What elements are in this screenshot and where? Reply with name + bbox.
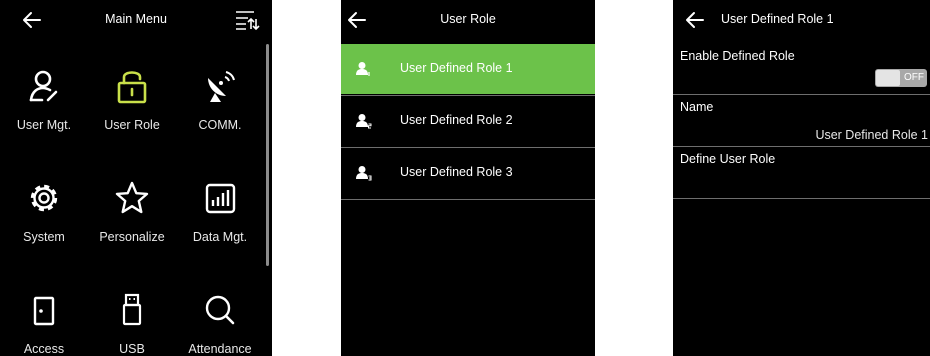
page-title: User Defined Role 1 — [721, 12, 834, 26]
user-role-icon — [356, 62, 370, 76]
menu-item-user-mgt[interactable]: User Mgt. — [0, 40, 88, 140]
menu-item-label: Attendance — [188, 342, 252, 356]
sort-icon[interactable] — [234, 9, 260, 31]
menu-item-data-mgt[interactable]: Data Mgt. — [176, 152, 264, 252]
menu-item-access[interactable]: Access — [0, 264, 88, 356]
toggle-knob — [876, 70, 900, 86]
role-item-3[interactable]: User Defined Role 3 — [341, 148, 595, 198]
enable-role-toggle[interactable]: OFF — [875, 69, 927, 87]
role-item-label: User Defined Role 1 — [400, 61, 513, 75]
menu-item-label: Personalize — [99, 230, 165, 244]
user-role-icon — [356, 114, 372, 129]
role-item-1[interactable]: User Defined Role 1 — [341, 44, 595, 94]
menu-item-label: User Role — [104, 118, 160, 132]
menu-item-label: USB — [119, 342, 145, 356]
role-item-label: User Defined Role 2 — [400, 113, 513, 127]
toggle-state-text: OFF — [904, 72, 924, 83]
menu-item-label: User Mgt. — [16, 118, 72, 132]
menu-item-label: Access — [23, 342, 65, 356]
row-divider — [673, 198, 930, 199]
user-role-icon — [356, 166, 372, 181]
gear-icon — [30, 184, 58, 212]
menu-item-label: System — [23, 230, 65, 244]
name-value[interactable]: User Defined Role 1 — [815, 128, 928, 142]
enable-role-label: Enable Defined Role — [680, 49, 795, 63]
menu-item-user-role[interactable]: User Role — [88, 40, 176, 140]
back-arrow-icon[interactable] — [683, 8, 707, 32]
menu-grid: User Mgt. User Role COMM. System Persona… — [0, 40, 264, 356]
star-icon — [115, 181, 149, 214]
menu-item-system[interactable]: System — [0, 152, 88, 252]
role-detail-header: User Defined Role 1 — [673, 0, 930, 40]
page-title: User Role — [440, 12, 496, 26]
role-detail-screen: User Defined Role 1 Enable Defined Role … — [673, 0, 930, 356]
menu-item-attendance[interactable]: Attendance — [176, 264, 264, 356]
menu-item-personalize[interactable]: Personalize — [88, 152, 176, 252]
padlock-icon — [117, 71, 147, 104]
main-menu-header: Main Menu — [0, 0, 272, 40]
search-icon — [205, 295, 235, 325]
user-role-header: User Role — [341, 0, 595, 40]
role-item-label: User Defined Role 3 — [400, 165, 513, 179]
bar-chart-icon — [205, 183, 236, 214]
menu-item-usb[interactable]: USB — [88, 264, 176, 356]
satellite-dish-icon — [208, 71, 235, 102]
door-icon — [33, 296, 55, 326]
menu-item-label: Data Mgt. — [192, 230, 248, 244]
name-label: Name — [680, 100, 714, 114]
page-title: Main Menu — [105, 12, 167, 26]
define-role-label: Define User Role — [680, 152, 776, 166]
user-role-screen: User Role User Defined Role 1 User Defin… — [341, 0, 595, 356]
role-item-2[interactable]: User Defined Role 2 — [341, 96, 595, 146]
user-icon — [29, 70, 58, 102]
usb-drive-icon — [122, 293, 142, 326]
main-menu-screen: Main Menu User Mgt. User Role COMM. Syst… — [0, 0, 272, 356]
menu-item-label: COMM. — [198, 118, 242, 132]
list-divider — [341, 199, 595, 200]
scrollbar-thumb[interactable] — [266, 44, 269, 266]
menu-item-comm[interactable]: COMM. — [176, 40, 264, 140]
